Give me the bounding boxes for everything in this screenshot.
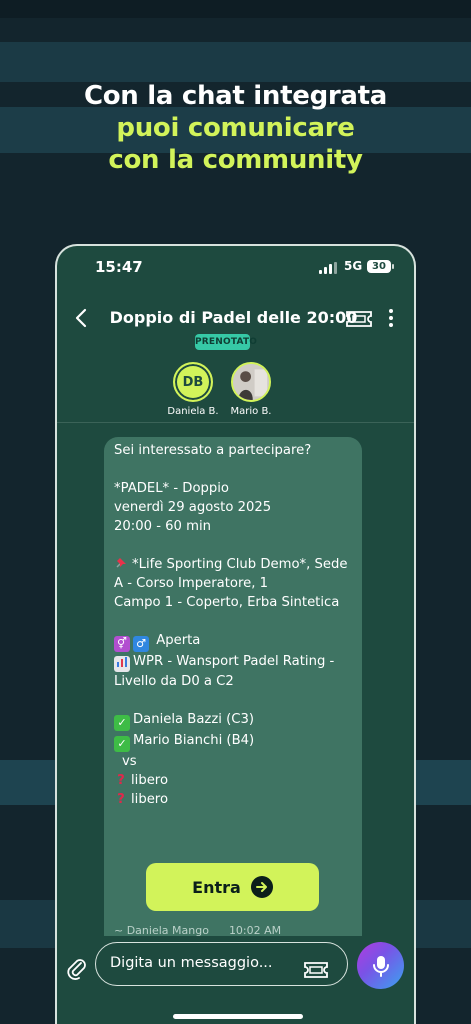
phone-frame: 15:47 5G 30 Doppio di Padel delle 20:00 … — [55, 244, 416, 1024]
arrow-right-icon — [250, 876, 273, 898]
promo-headline: Con la chat integrata puoi comunicare co… — [0, 80, 471, 176]
status-badge: PRENOTATO — [195, 334, 257, 350]
battery-icon: 30 — [367, 260, 394, 273]
message-text: libero — [131, 792, 169, 807]
message-line: ? libero — [114, 790, 352, 809]
avatar-initials: DB — [182, 374, 204, 390]
message-input[interactable]: Digita un messaggio... — [95, 942, 348, 986]
network-label: 5G — [344, 259, 363, 273]
avatar: DB — [173, 362, 213, 402]
message-bubble: Sei interessato a partecipare? *PADEL* -… — [104, 437, 362, 937]
message-line: ✓ Mario Bianchi (B4) — [114, 731, 352, 752]
question-icon: ? — [117, 773, 125, 788]
message-line: *PADEL* - Doppio — [114, 481, 229, 496]
chat-header: Doppio di Padel delle 20:00 — [57, 302, 414, 338]
message-line: venerdì 29 agosto 2025 — [114, 500, 272, 515]
enter-button-label: Entra — [192, 877, 241, 897]
message-text: Daniela Bazzi (C3) — [133, 712, 255, 727]
chart-icon — [114, 656, 130, 672]
message-text: libero — [131, 773, 169, 788]
message-line: Livello da D0 a C2 — [114, 674, 234, 689]
check-icon: ✓ — [114, 736, 130, 752]
message-line: 20:00 - 60 min — [114, 519, 211, 534]
ticket-icon[interactable] — [303, 955, 329, 978]
gender-icon: ♂ — [133, 636, 149, 652]
participant[interactable]: Mario B. — [221, 362, 281, 417]
participant[interactable]: DB Daniela B. — [163, 362, 223, 417]
participant-name: Mario B. — [230, 406, 272, 417]
promo-line-3: con la community — [108, 145, 363, 175]
message-text: Mario Bianchi (B4) — [133, 733, 255, 748]
status-bar: 15:47 5G 30 — [57, 256, 414, 280]
message-line: *Life Sporting Club Demo*, Sede — [114, 555, 352, 574]
ticket-icon[interactable] — [345, 310, 373, 328]
question-icon: ? — [117, 792, 125, 807]
message-text: Aperta — [156, 633, 201, 648]
bg-band — [0, 42, 471, 82]
bg-band — [0, 0, 471, 18]
message-line: vs — [122, 754, 137, 769]
paperclip-icon[interactable] — [65, 954, 87, 980]
message-line: A - Corso Imperatore, 1 — [114, 576, 268, 591]
message-composer: Digita un messaggio... — [57, 936, 414, 1006]
status-time: 15:47 — [95, 258, 143, 276]
message-line: ⚥ ♂ Aperta — [114, 631, 352, 652]
more-vertical-icon[interactable] — [383, 306, 399, 330]
avatar — [231, 362, 271, 402]
message-line: ? libero — [114, 771, 352, 790]
gender-icon: ⚥ — [114, 636, 130, 652]
message-line: ✓ Daniela Bazzi (C3) — [114, 710, 352, 731]
message-text: *Life Sporting Club Demo*, Sede — [132, 557, 348, 572]
check-icon: ✓ — [114, 715, 130, 731]
divider — [57, 422, 414, 423]
participant-name: Daniela B. — [167, 406, 219, 417]
microphone-icon[interactable] — [357, 942, 404, 989]
message-text: WPR - Wansport Padel Rating - — [133, 654, 335, 669]
promo-line-2: puoi comunicare — [116, 113, 355, 143]
message-line: Sei interessato a partecipare? — [114, 443, 312, 458]
enter-button[interactable]: Entra — [146, 863, 319, 911]
message-input-placeholder: Digita un messaggio... — [110, 955, 273, 971]
signal-icon — [319, 262, 337, 274]
message-line: WPR - Wansport Padel Rating - — [114, 652, 352, 672]
message-line: Campo 1 - Coperto, Erba Sintetica — [114, 595, 340, 610]
promo-line-1: Con la chat integrata — [83, 81, 388, 111]
home-indicator — [173, 1014, 303, 1019]
message-meta: ~ Daniela Mango 10:02 AM — [114, 921, 281, 937]
pin-icon — [116, 558, 126, 568]
